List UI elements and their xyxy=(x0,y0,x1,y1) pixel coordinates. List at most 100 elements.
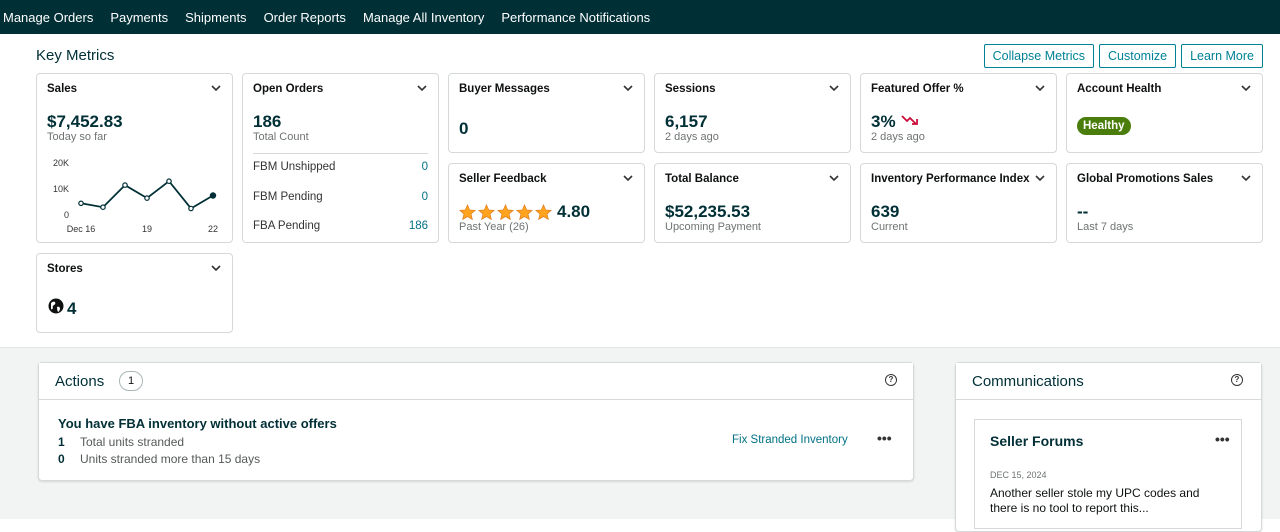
order-row-label: FBA Pending xyxy=(253,220,321,232)
nav-payments[interactable]: Payments xyxy=(110,10,168,25)
open-orders-subtext: Total Count xyxy=(253,131,309,143)
customize-button[interactable]: Customize xyxy=(1099,44,1177,68)
seller-feedback-title: Seller Feedback xyxy=(459,173,547,185)
buyer-messages-title: Buyer Messages xyxy=(459,83,550,95)
stores-title: Stores xyxy=(47,263,83,275)
order-row-fbm-pending[interactable]: FBM Pending 0 xyxy=(253,191,428,203)
actions-count-badge: 1 xyxy=(119,371,143,391)
seller-forums-card[interactable]: Seller Forums ••• DEC 15, 2024 Another s… xyxy=(974,419,1242,529)
actions-panel: Actions 1 ? You have FBA inventory witho… xyxy=(38,362,914,481)
star-icon xyxy=(478,203,495,220)
x-tick-label: 22 xyxy=(208,224,218,234)
action-row: 0 Units stranded more than 15 days xyxy=(58,452,260,466)
help-icon[interactable]: ? xyxy=(1231,374,1243,386)
chevron-down-icon[interactable] xyxy=(1034,82,1046,94)
seller-feedback-subtext: Past Year (26) xyxy=(459,221,529,233)
action-row-count: 1 xyxy=(58,435,65,449)
buyer-messages-value: 0 xyxy=(459,119,469,138)
open-orders-card[interactable]: Open Orders 186 Total Count FBM Unshippe… xyxy=(242,73,439,243)
star-icon xyxy=(535,203,552,220)
global-promotions-title: Global Promotions Sales xyxy=(1077,173,1214,185)
seller-forums-title: Seller Forums xyxy=(990,433,1084,449)
sessions-card[interactable]: Sessions 6,157 2 days ago xyxy=(654,73,851,153)
y-tick-label: 0 xyxy=(64,210,69,220)
global-promotions-card[interactable]: Global Promotions Sales -- Last 7 days xyxy=(1066,163,1263,243)
help-icon[interactable]: ? xyxy=(885,374,897,386)
sales-card[interactable]: Sales $7,452.83 Today so far 20K 10K 0 Dec … xyxy=(36,73,233,243)
sales-data-point[interactable] xyxy=(100,204,106,211)
order-row-value[interactable]: 186 xyxy=(409,220,428,232)
featured-offer-card[interactable]: Featured Offer % 3% 2 days ago xyxy=(860,73,1057,153)
chevron-down-icon[interactable] xyxy=(622,172,634,184)
star-icon xyxy=(516,203,533,220)
featured-offer-title: Featured Offer % xyxy=(871,83,964,95)
nav-order-reports[interactable]: Order Reports xyxy=(264,10,346,25)
nav-shipments[interactable]: Shipments xyxy=(185,10,246,25)
sales-data-point[interactable] xyxy=(122,182,128,188)
communications-header: Communications ? xyxy=(956,363,1261,400)
sessions-subtext: 2 days ago xyxy=(665,131,719,143)
more-options-icon[interactable]: ••• xyxy=(1215,432,1230,446)
y-tick-label: 10K xyxy=(53,184,69,194)
x-tick-label: Dec 16 xyxy=(67,224,96,234)
sales-data-point[interactable] xyxy=(166,178,172,185)
learn-more-button[interactable]: Learn More xyxy=(1181,44,1263,68)
sales-data-point[interactable] xyxy=(78,200,84,207)
inventory-performance-card[interactable]: Inventory Performance Index 639 Current xyxy=(860,163,1057,243)
total-balance-card[interactable]: Total Balance $52,235.53 Upcoming Paymen… xyxy=(654,163,851,243)
collapse-metrics-button[interactable]: Collapse Metrics xyxy=(983,44,1095,68)
sessions-title: Sessions xyxy=(665,83,716,95)
order-row-label: FBM Pending xyxy=(253,191,323,203)
metrics-toolbar: Collapse Metrics Customize Learn More xyxy=(983,44,1263,68)
order-row-label: FBM Unshipped xyxy=(253,161,336,173)
total-balance-subtext: Upcoming Payment xyxy=(665,221,761,233)
account-health-card[interactable]: Account Health Healthy xyxy=(1066,73,1263,153)
trend-down-icon xyxy=(901,115,918,125)
more-options-icon[interactable]: ••• xyxy=(877,431,892,445)
order-row-fbm-unshipped[interactable]: FBM Unshipped 0 xyxy=(253,161,428,173)
action-row-count: 0 xyxy=(58,452,65,466)
nav-performance-notifications[interactable]: Performance Notifications xyxy=(501,10,650,25)
communications-panel: Communications ? Seller Forums ••• DEC 1… xyxy=(955,362,1262,532)
action-row-label: Units stranded more than 15 days xyxy=(80,452,261,466)
chevron-down-icon[interactable] xyxy=(210,262,222,274)
chevron-down-icon[interactable] xyxy=(828,172,840,184)
forum-post-date: DEC 15, 2024 xyxy=(990,470,1047,480)
top-nav: Manage Orders Payments Shipments Order R… xyxy=(0,0,1280,34)
sales-data-point[interactable] xyxy=(188,205,194,212)
sales-chart: 20K 10K 0 Dec 16 19 22 xyxy=(53,158,218,234)
total-balance-title: Total Balance xyxy=(665,173,739,185)
order-row-fba-pending[interactable]: FBA Pending 186 xyxy=(253,220,428,232)
inventory-performance-subtext: Current xyxy=(871,221,908,233)
stores-card[interactable]: Stores 4 xyxy=(36,253,233,333)
chevron-down-icon[interactable] xyxy=(1034,172,1046,184)
featured-offer-subtext: 2 days ago xyxy=(871,131,925,143)
sales-data-point[interactable] xyxy=(144,195,150,201)
chevron-down-icon[interactable] xyxy=(1240,82,1252,94)
star-icon xyxy=(497,203,514,220)
seller-feedback-card[interactable]: Seller Feedback 4.80 Past Year (26) xyxy=(448,163,645,243)
order-row-value[interactable]: 0 xyxy=(422,191,428,203)
nav-manage-orders[interactable]: Manage Orders xyxy=(3,10,93,25)
feedback-rating: 4.80 xyxy=(557,202,591,221)
communications-title: Communications xyxy=(972,373,1084,390)
sales-data-point[interactable] xyxy=(209,192,217,199)
sessions-value: 6,157 xyxy=(665,112,708,131)
stores-value: 4 xyxy=(67,299,77,318)
fix-stranded-inventory-link[interactable]: Fix Stranded Inventory xyxy=(732,434,848,446)
chevron-down-icon[interactable] xyxy=(622,82,634,94)
chevron-down-icon[interactable] xyxy=(416,82,428,94)
forum-post-text[interactable]: Another seller stole my UPC codes and th… xyxy=(990,486,1230,516)
star-rating: 4.80 xyxy=(459,202,590,222)
actions-header: Actions 1 ? xyxy=(39,363,913,400)
chevron-down-icon[interactable] xyxy=(828,82,840,94)
status-badge: Healthy xyxy=(1077,117,1131,135)
nav-manage-all-inventory[interactable]: Manage All Inventory xyxy=(363,10,484,25)
global-promotions-subtext: Last 7 days xyxy=(1077,221,1134,233)
total-balance-value: $52,235.53 xyxy=(665,202,751,221)
chevron-down-icon[interactable] xyxy=(1240,172,1252,184)
order-row-value[interactable]: 0 xyxy=(422,161,428,173)
divider xyxy=(253,153,428,154)
featured-offer-value: 3% xyxy=(871,112,896,131)
buyer-messages-card[interactable]: Buyer Messages 0 xyxy=(448,73,645,153)
